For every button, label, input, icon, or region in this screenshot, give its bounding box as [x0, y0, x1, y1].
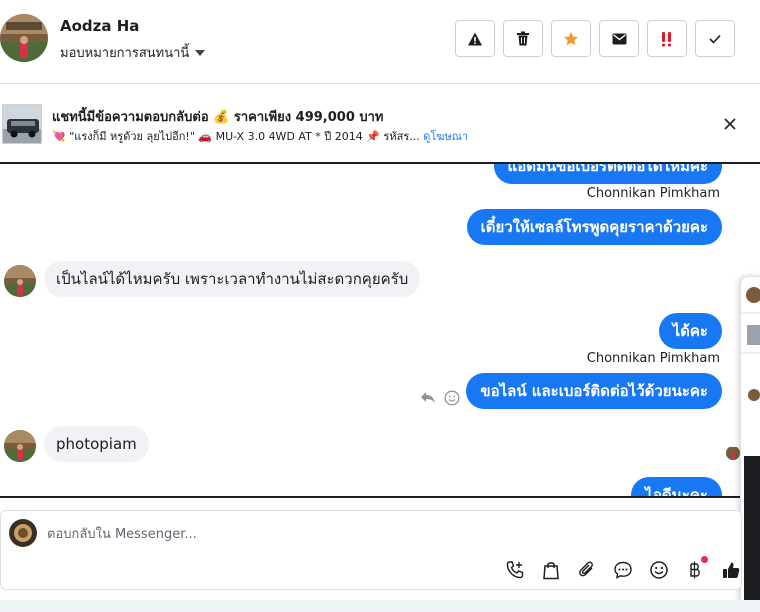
message-outgoing[interactable]: ได้คะ: [658, 313, 722, 349]
shopping-bag-icon[interactable]: [540, 559, 562, 581]
urgent-button[interactable]: [647, 20, 687, 57]
star-icon: [564, 31, 578, 45]
envelope-icon: [612, 33, 626, 44]
message-sender-name: Chonnikan Pimkham: [586, 186, 720, 201]
message-incoming[interactable]: เป็นไลน์ได้ไหมครับ เพราะเวลาทำงานไม่สะดว…: [44, 261, 421, 297]
ad-thumbnail[interactable]: [2, 104, 42, 144]
message-outgoing[interactable]: ขอไลน์ และเบอร์ติดต่อไว้ด้วยนะคะ: [466, 373, 722, 409]
message-outgoing[interactable]: แอดมินขอเบอร์ติดต่อได้ไหมคะ: [493, 164, 722, 184]
conversation-actions: [455, 20, 735, 57]
message-outgoing[interactable]: เดี๋ยวให้เซลล์โทรพูดคุยราคาด้วยคะ: [466, 209, 722, 245]
message-outgoing[interactable]: ไอดีนะคะ: [631, 477, 722, 496]
ad-reply-banner: แชทนี้มีข้อความตอบกลับต่อ 💰 ราคาเพียง 49…: [0, 84, 760, 164]
composer-toolbar: [504, 556, 742, 581]
follow-up-button[interactable]: [551, 20, 591, 57]
reply-icon[interactable]: [420, 390, 436, 404]
contact-avatar-small: [4, 430, 36, 462]
ad-description: 💘 "แรงก็มี หรูด้วย ลุยไปอีก!" 🚗 MU-X 3.0…: [52, 130, 420, 143]
mark-unread-button[interactable]: [599, 20, 639, 57]
thumbs-up-icon[interactable]: [720, 559, 742, 581]
delete-button[interactable]: [503, 20, 543, 57]
view-ad-link[interactable]: ดูโฆษณา: [423, 130, 468, 143]
double-exclamation-icon: [662, 31, 671, 46]
ad-subtitle: 💘 "แรงก็มี หรูด้วย ลุยไปอีก!" 🚗 MU-X 3.0…: [52, 127, 468, 145]
notification-dot: [701, 556, 708, 563]
message-sender-name: Chonnikan Pimkham: [586, 351, 720, 366]
assign-label: มอบหมายการสนทนานี้: [60, 46, 190, 61]
chat-bubble-icon[interactable]: [612, 559, 634, 581]
paperclip-icon[interactable]: [576, 559, 598, 581]
page-avatar: [9, 519, 37, 547]
check-icon: [709, 34, 721, 44]
spam-button[interactable]: [455, 20, 495, 57]
close-icon: [724, 118, 736, 130]
contact-name: Aodza Ha: [60, 17, 140, 35]
contact-avatar[interactable]: [0, 14, 48, 62]
message-actions: [420, 390, 460, 406]
close-banner-button[interactable]: [720, 114, 740, 134]
assign-conversation-dropdown[interactable]: มอบหมายการสนทนานี้: [60, 42, 206, 63]
smiley-icon[interactable]: [648, 559, 670, 581]
react-smiley-icon[interactable]: [444, 390, 460, 406]
page-footer: [0, 600, 760, 612]
trash-icon: [517, 31, 529, 46]
phone-plus-icon[interactable]: [504, 559, 526, 581]
warning-icon: [468, 32, 482, 45]
contact-avatar-small: [4, 265, 36, 297]
message-thread[interactable]: แอดมินขอเบอร์ติดต่อได้ไหมคะ Chonnikan Pi…: [0, 164, 760, 498]
message-incoming[interactable]: photopiam: [44, 426, 149, 462]
conversation-header: Aodza Ha มอบหมายการสนทนานี้: [0, 0, 760, 84]
ad-title: แชทนี้มีข้อความตอบกลับต่อ 💰 ราคาเพียง 49…: [52, 110, 384, 125]
reply-composer: [0, 510, 742, 590]
done-button[interactable]: [695, 20, 735, 57]
side-panel-tooltip: [744, 456, 760, 612]
caret-down-icon: [195, 49, 206, 56]
seen-avatar: [726, 446, 740, 460]
baht-icon[interactable]: [684, 556, 708, 581]
reply-input[interactable]: [47, 523, 707, 545]
